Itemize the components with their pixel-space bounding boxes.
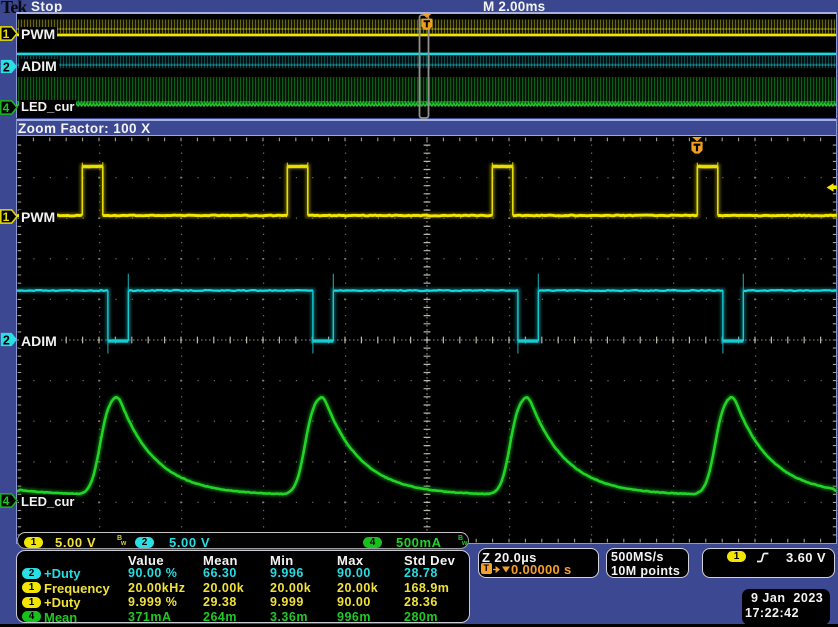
svg-text:1: 1 [3, 210, 10, 224]
svg-text:4: 4 [3, 494, 10, 508]
svg-text:2: 2 [3, 334, 10, 348]
svg-text:4: 4 [3, 101, 10, 115]
svg-text:2: 2 [3, 60, 10, 74]
svg-text:1: 1 [3, 27, 10, 41]
